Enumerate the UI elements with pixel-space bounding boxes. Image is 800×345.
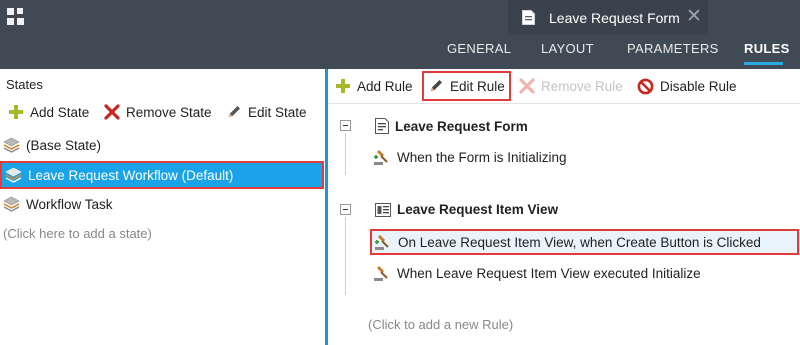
tab-parameters[interactable]: PARAMETERS	[627, 41, 719, 56]
state-item-label: Workflow Task	[26, 196, 113, 212]
edit-state-button[interactable]: Edit State	[226, 104, 307, 120]
rules-panel: Add Rule Edit Rule Remove Rule Disable R…	[328, 69, 800, 345]
active-tab-indicator	[744, 62, 783, 65]
remove-state-label: Remove State	[126, 104, 212, 120]
collapse-toggle[interactable]	[340, 204, 351, 215]
form-icon	[522, 10, 535, 25]
layers-icon	[5, 167, 22, 183]
document-tab-title: Leave Request Form	[549, 10, 680, 26]
close-icon[interactable]: ✕	[686, 7, 702, 26]
tree-line	[345, 217, 346, 295]
rule-item-label: When the Form is Initializing	[397, 149, 567, 165]
state-item-leave-request-workflow[interactable]: Leave Request Workflow (Default)	[0, 161, 324, 189]
tree-line	[345, 133, 346, 175]
layers-icon	[3, 137, 20, 153]
remove-rule-button[interactable]: Remove Rule	[519, 78, 623, 94]
rule-group-title: Leave Request Form	[395, 118, 528, 134]
view-icon	[375, 202, 391, 217]
remove-icon	[104, 104, 120, 120]
rule-item-selected[interactable]: On Leave Request Item View, when Create …	[370, 229, 799, 255]
pencil-icon	[229, 106, 240, 117]
plus-icon	[336, 79, 350, 93]
rule-gavel-icon	[375, 235, 389, 250]
state-item-base[interactable]: (Base State)	[3, 134, 101, 156]
remove-icon	[519, 78, 535, 94]
rule-group-title: Leave Request Item View	[397, 202, 559, 217]
disable-rule-button[interactable]: Disable Rule	[637, 78, 737, 95]
state-item-label: Leave Request Workflow (Default)	[28, 167, 234, 183]
rule-group-leave-request-form[interactable]: Leave Request Form	[375, 118, 528, 134]
disable-rule-label: Disable Rule	[660, 79, 737, 94]
pencil-icon	[431, 80, 442, 91]
add-rule-button[interactable]: Add Rule	[335, 78, 413, 94]
states-panel-title: States	[6, 77, 43, 92]
add-state-hint[interactable]: (Click here to add a state)	[3, 226, 152, 241]
remove-state-button[interactable]: Remove State	[104, 104, 212, 120]
app-menu-icon[interactable]	[7, 8, 25, 26]
rule-item-label: When Leave Request Item View executed In…	[397, 265, 701, 281]
state-item-label: (Base State)	[26, 137, 102, 153]
tab-layout[interactable]: LAYOUT	[541, 41, 594, 56]
state-item-workflow-task[interactable]: Workflow Task	[3, 193, 113, 215]
rules-toolbar: Add Rule Edit Rule Remove Rule Disable R…	[328, 69, 800, 104]
section-tabs: GENERAL LAYOUT PARAMETERS RULES	[0, 35, 800, 69]
document-tab[interactable]: Leave Request Form ✕	[508, 0, 708, 35]
layers-icon	[3, 196, 20, 212]
remove-rule-label: Remove Rule	[541, 78, 623, 94]
rule-gavel-icon	[374, 266, 388, 281]
tab-rules[interactable]: RULES	[744, 41, 790, 56]
plus-icon	[9, 105, 23, 119]
states-panel: States Add State Remove State Edit State…	[0, 69, 325, 345]
rule-item[interactable]: When Leave Request Item View executed In…	[373, 264, 701, 282]
collapse-toggle[interactable]	[340, 120, 351, 131]
title-bar: Leave Request Form ✕	[0, 0, 800, 35]
add-rule-label: Add Rule	[357, 78, 413, 94]
add-state-button[interactable]: Add State	[8, 104, 89, 120]
edit-rule-label: Edit Rule	[450, 78, 505, 94]
rule-group-leave-request-item-view[interactable]: Leave Request Item View	[375, 202, 558, 217]
tab-general[interactable]: GENERAL	[447, 41, 511, 56]
edit-state-label: Edit State	[248, 104, 307, 120]
add-state-label: Add State	[30, 104, 90, 120]
prohibited-icon	[637, 78, 654, 95]
form-icon	[375, 118, 389, 134]
rule-item-label: On Leave Request Item View, when Create …	[398, 234, 761, 250]
add-rule-hint[interactable]: (Click to add a new Rule)	[368, 317, 513, 332]
rule-item[interactable]: When the Form is Initializing	[373, 148, 567, 166]
rule-gavel-icon	[374, 150, 388, 165]
edit-rule-button[interactable]: Edit Rule	[428, 78, 505, 94]
